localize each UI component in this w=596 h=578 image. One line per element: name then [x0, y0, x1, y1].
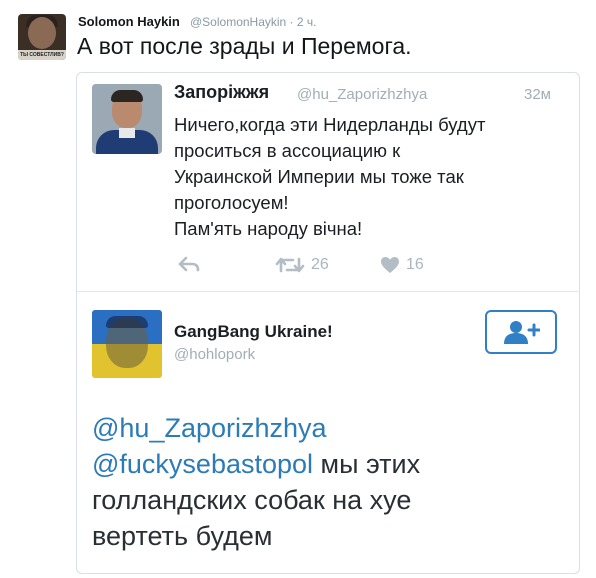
reply-text-segment: мы этих	[313, 449, 421, 479]
quoted-text-line: Украинской Империи мы тоже так	[174, 166, 464, 187]
user-handle-time[interactable]: @SolomonHaykin · 2 ч.	[190, 15, 316, 29]
avatar-caption: ТЫ СОВЕСТЛИВ?	[20, 52, 64, 58]
reply-avatar[interactable]	[92, 310, 162, 378]
avatar[interactable]: ТЫ СОВЕСТЛИВ?	[18, 14, 66, 60]
reply-text-line: вертеть будем	[92, 521, 273, 551]
divider	[77, 291, 578, 292]
quoted-user-name[interactable]: Запоріжжя	[174, 82, 269, 103]
retweet-icon	[275, 257, 305, 273]
reply-icon	[178, 256, 200, 272]
mention-link[interactable]: @hu_Zaporizhzhya	[92, 413, 327, 443]
like-button[interactable]: 16	[380, 256, 424, 274]
quoted-avatar[interactable]	[92, 84, 162, 154]
mention-link[interactable]: @fuckysebastopol	[92, 449, 313, 479]
add-user-icon	[504, 321, 540, 344]
quoted-user-handle[interactable]: @hu_Zaporizhzhya	[297, 86, 427, 103]
quoted-timestamp[interactable]: 32м	[524, 86, 551, 103]
quoted-text-line: Ничего,когда эти Нидерланды будут	[174, 114, 486, 135]
avatar-face	[28, 17, 56, 49]
reply-text-line: голландских собак на хуе	[92, 485, 412, 515]
quoted-tweet-text: Ничего,когда эти Нидерланды будут просит…	[174, 112, 554, 242]
heart-icon	[381, 257, 399, 273]
quoted-text-line: Пам'ять народу вічна!	[174, 218, 363, 239]
user-name[interactable]: Solomon Haykin	[78, 14, 180, 29]
reply-user-handle[interactable]: @hohlopork	[174, 346, 255, 363]
quoted-text-line: проситься в ассоциацию к	[174, 140, 401, 161]
follow-button[interactable]	[485, 310, 557, 354]
retweet-count: 26	[311, 256, 329, 273]
quoted-text-line: проголосуем!	[174, 192, 289, 213]
reply-button[interactable]	[178, 256, 200, 272]
reply-tweet-text: @hu_Zaporizhzhya @fuckysebastopol мы эти…	[92, 410, 420, 554]
retweet-button[interactable]: 26	[275, 256, 329, 274]
reply-user-name[interactable]: GangBang Ukraine!	[174, 322, 333, 342]
like-count: 16	[406, 256, 424, 273]
tweet-text: А вот после зрады и Перемога.	[77, 33, 412, 59]
